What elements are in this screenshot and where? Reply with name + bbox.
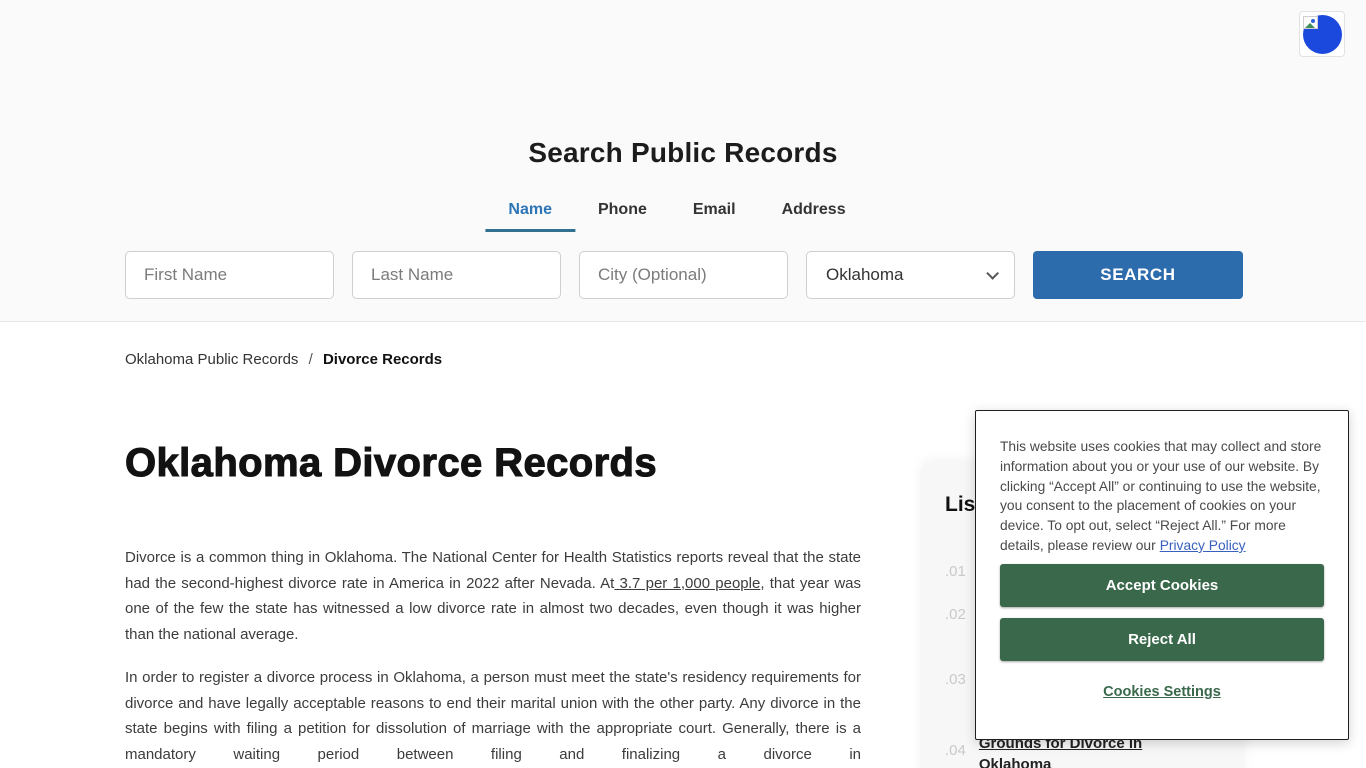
last-name-input[interactable] xyxy=(352,251,561,299)
breadcrumb-current: Divorce Records xyxy=(322,351,443,368)
accessibility-widget-button[interactable] xyxy=(1299,11,1345,57)
chevron-down-icon xyxy=(986,266,999,280)
first-name-input[interactable] xyxy=(125,251,334,299)
state-select-value: Oklahoma xyxy=(826,265,904,284)
breadcrumb-parent-link[interactable]: Oklahoma Public Records xyxy=(125,351,298,368)
search-form: Oklahoma SEARCH xyxy=(125,251,1243,299)
toc-item-number: .04 xyxy=(945,742,966,759)
search-button[interactable]: SEARCH xyxy=(1033,251,1243,299)
reject-all-button[interactable]: Reject All xyxy=(1000,617,1324,661)
toc-item-number: .01 xyxy=(945,563,966,580)
tab-email[interactable]: Email xyxy=(670,201,759,232)
toc-item-number: .02 xyxy=(945,606,966,623)
breadcrumb-separator: / xyxy=(308,351,313,368)
breadcrumb: Oklahoma Public Records / Divorce Record… xyxy=(125,351,442,368)
article-body: Divorce is a common thing in Oklahoma. T… xyxy=(125,545,861,767)
tab-name[interactable]: Name xyxy=(485,201,575,232)
page-title: Search Public Records xyxy=(528,137,838,168)
cookie-message: This website uses cookies that may colle… xyxy=(1000,437,1324,556)
search-band: Search Public Records Name Phone Email A… xyxy=(0,0,1366,322)
divorce-rate-link[interactable]: 3.7 per 1,000 people xyxy=(614,575,761,592)
article-paragraph-2: In order to register a divorce process i… xyxy=(125,669,861,763)
state-select[interactable]: Oklahoma xyxy=(806,251,1015,299)
cookie-message-text: This website uses cookies that may colle… xyxy=(1000,439,1322,553)
search-tabs: Name Phone Email Address xyxy=(485,201,868,232)
city-input[interactable] xyxy=(579,251,788,299)
tab-phone[interactable]: Phone xyxy=(575,201,670,232)
cookie-consent-dialog: This website uses cookies that may colle… xyxy=(975,410,1349,740)
tab-address[interactable]: Address xyxy=(759,201,869,232)
article-title: Oklahoma Divorce Records xyxy=(124,440,658,485)
privacy-policy-link[interactable]: Privacy Policy xyxy=(1160,538,1246,553)
accept-cookies-button[interactable]: Accept Cookies xyxy=(1000,563,1324,607)
toc-item-number: .03 xyxy=(945,671,966,688)
image-placeholder-icon xyxy=(1303,16,1318,29)
cookies-settings-link[interactable]: Cookies Settings xyxy=(1000,684,1324,700)
article-paragraph-1: Divorce is a common thing in Oklahoma. T… xyxy=(125,545,861,647)
